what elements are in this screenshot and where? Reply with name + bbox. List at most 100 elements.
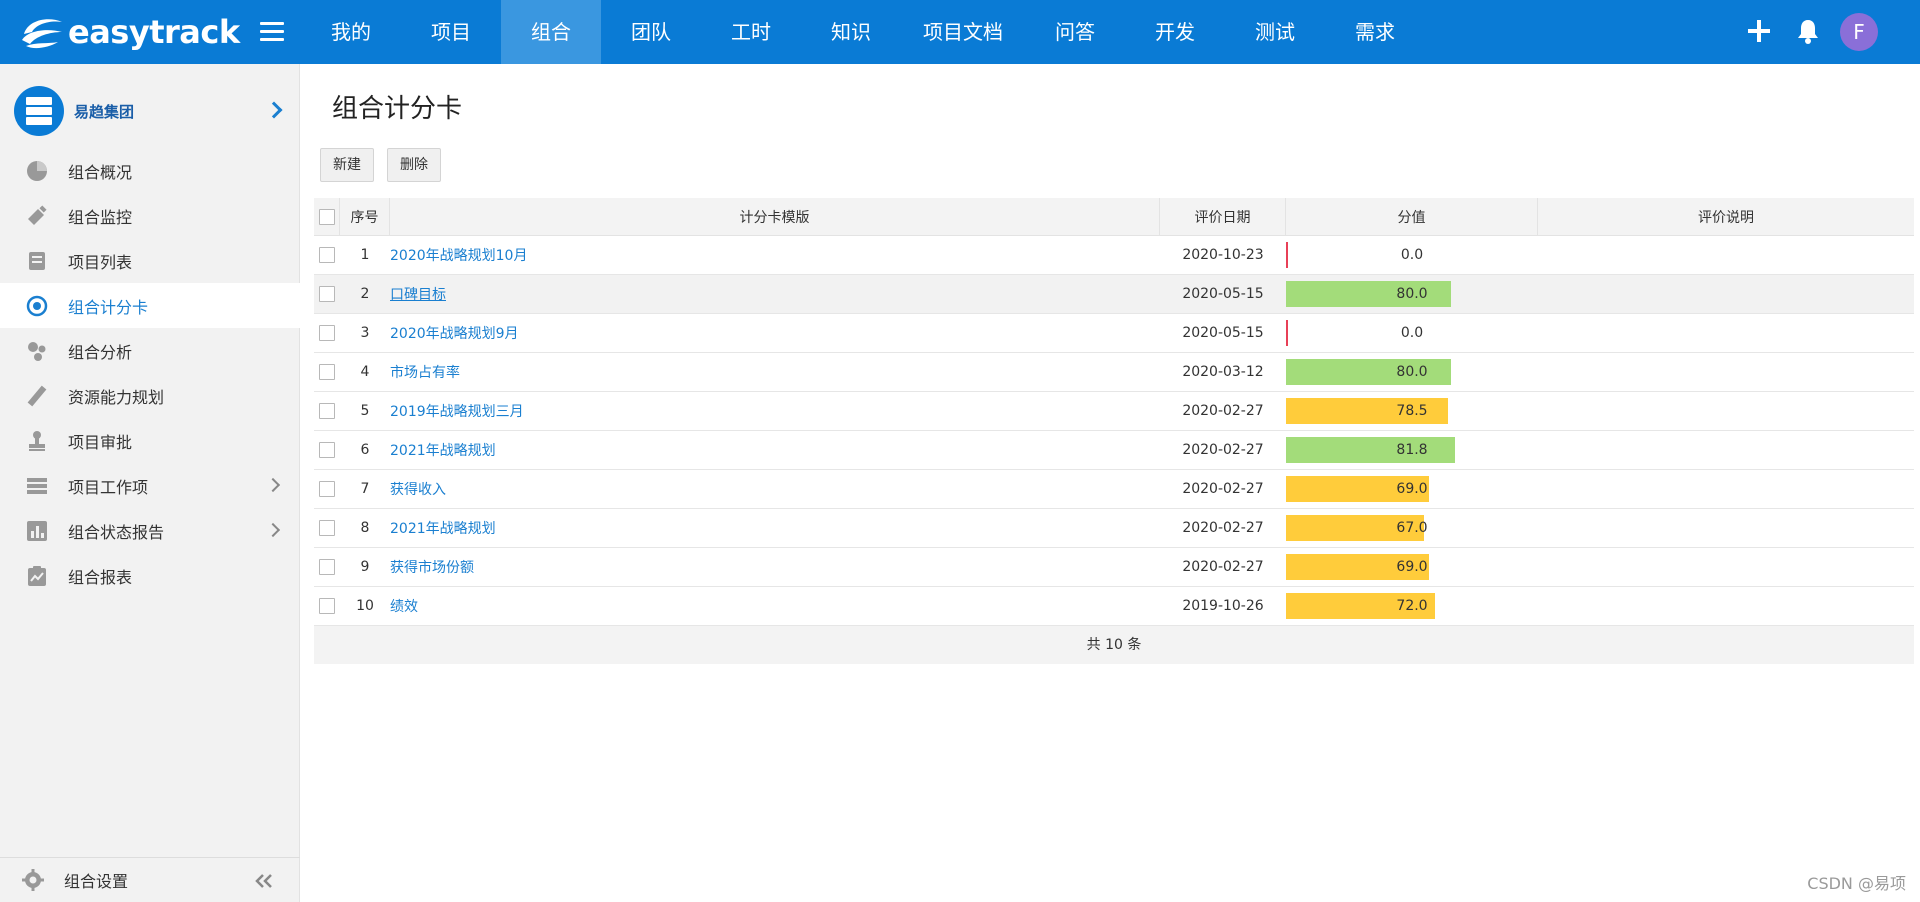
row-checkbox[interactable] [319,598,335,614]
table-footer-count: 共 10 条 [314,626,1914,664]
nav-item-requirements[interactable]: 需求 [1325,0,1425,64]
org-name: 易趋集团 [74,102,135,121]
nav-item-team[interactable]: 团队 [601,0,701,64]
nav-item-dev[interactable]: 开发 [1125,0,1225,64]
sidebar-item-capacity-planning[interactable]: 资源能力规划 [0,373,300,418]
new-button[interactable]: 新建 [320,148,374,182]
row-checkbox[interactable] [319,442,335,458]
table-row[interactable]: 8 2021年战略规划 2020-02-27 67.0 [314,509,1914,548]
row-checkbox[interactable] [319,286,335,302]
row-check-cell [314,587,340,625]
row-checkbox[interactable] [319,247,335,263]
top-navigation-bar: easytrack 我的 项目 组合 团队 工时 知识 项目文档 问答 开发 测… [0,0,1920,64]
delete-button[interactable]: 删除 [387,148,441,182]
row-index: 6 [360,442,370,458]
table-row[interactable]: 7 获得收入 2020-02-27 69.0 [314,470,1914,509]
row-name-cell: 2020年战略规划10月 [390,236,1160,274]
row-checkbox[interactable] [319,559,335,575]
sidebar-item-analysis[interactable]: 组合分析 [0,328,300,373]
row-date: 2020-02-27 [1182,481,1264,497]
app-logo[interactable]: easytrack [18,12,240,52]
portfolio-settings[interactable]: 组合设置 [0,857,300,902]
avatar[interactable]: F [1840,13,1878,51]
row-checkbox[interactable] [319,364,335,380]
scorecard-link[interactable]: 口碑目标 [390,284,446,304]
row-score-cell: 69.0 [1286,470,1538,508]
row-score-cell: 72.0 [1286,587,1538,625]
row-score-cell: 80.0 [1286,353,1538,391]
row-score-cell: 80.0 [1286,275,1538,313]
nav-item-knowledge[interactable]: 知识 [801,0,901,64]
row-date: 2020-02-27 [1182,559,1264,575]
sidebar-menu: 组合概况 组合监控 项目列表 组合计分卡 组合分析 资源能力规划 项目审批 项目… [0,148,300,598]
scorecard-link[interactable]: 2020年战略规划9月 [390,323,519,343]
table-row[interactable]: 5 2019年战略规划三月 2020-02-27 78.5 [314,392,1914,431]
sidebar-item-overview[interactable]: 组合概况 [0,148,300,193]
sidebar-item-work-items[interactable]: 项目工作项 [0,463,300,508]
scorecard-link[interactable]: 2021年战略规划 [390,440,496,460]
target-icon [26,295,48,316]
row-index: 9 [360,559,370,575]
nav-item-project-docs[interactable]: 项目文档 [901,0,1025,64]
score-value: 69.0 [1396,481,1428,497]
scorecard-link[interactable]: 获得市场份额 [390,557,474,577]
nav-item-mine[interactable]: 我的 [301,0,401,64]
chevron-right-icon [265,477,281,493]
scorecard-link[interactable]: 绩效 [390,596,418,616]
row-date: 2020-03-12 [1182,364,1264,380]
row-note [1538,236,1914,274]
ruler-icon [27,385,47,406]
score-value: 72.0 [1396,598,1428,614]
list-icon [27,477,47,494]
nav-item-portfolio[interactable]: 组合 [501,0,601,64]
nav-item-projects[interactable]: 项目 [401,0,501,64]
table-row[interactable]: 4 市场占有率 2020-03-12 80.0 [314,353,1914,392]
row-checkbox[interactable] [319,325,335,341]
sidebar-item-status-report[interactable]: 组合状态报告 [0,508,300,553]
sidebar-item-label: 组合计分卡 [68,297,149,317]
row-checkbox[interactable] [319,520,335,536]
table-row[interactable]: 3 2020年战略规划9月 2020-05-15 0.0 [314,314,1914,353]
org-logo-icon [14,86,64,136]
nav-item-test[interactable]: 测试 [1225,0,1325,64]
sidebar-item-label: 项目列表 [68,252,133,272]
header-note: 评价说明 [1698,209,1754,226]
header-score: 分值 [1286,198,1538,235]
row-check-cell [314,314,340,352]
bell-icon[interactable] [1795,17,1821,45]
double-chevron-left-icon[interactable] [254,873,274,889]
table-row[interactable]: 1 2020年战略规划10月 2020-10-23 0.0 [314,236,1914,275]
org-switcher[interactable]: 易趋集团 [14,86,294,136]
menu-toggle-icon[interactable] [260,22,284,42]
nav-item-timesheet[interactable]: 工时 [701,0,801,64]
sidebar-item-project-list[interactable]: 项目列表 [0,238,300,283]
scorecard-link[interactable]: 获得收入 [390,479,446,499]
table-row[interactable]: 10 绩效 2019-10-26 72.0 [314,587,1914,626]
chevron-right-icon [265,101,283,119]
row-name-cell: 获得市场份额 [390,548,1160,586]
scorecard-link[interactable]: 2021年战略规划 [390,518,496,538]
scorecard-link[interactable]: 市场占有率 [390,362,460,382]
table-row[interactable]: 9 获得市场份额 2020-02-27 69.0 [314,548,1914,587]
row-index: 1 [360,247,370,263]
header-index: 序号 [340,198,390,235]
score-value: 78.5 [1396,403,1428,419]
bubbles-icon [28,341,46,361]
sidebar-item-scorecard[interactable]: 组合计分卡 [0,283,300,328]
inbox-list-icon [29,251,45,270]
scorecard-link[interactable]: 2019年战略规划三月 [390,401,524,421]
sidebar-item-approval[interactable]: 项目审批 [0,418,300,463]
scorecard-link[interactable]: 2020年战略规划10月 [390,245,527,265]
table-row[interactable]: 6 2021年战略规划 2020-02-27 81.8 [314,431,1914,470]
select-all-checkbox[interactable] [318,208,335,225]
nav-item-qa[interactable]: 问答 [1025,0,1125,64]
row-checkbox[interactable] [319,403,335,419]
plus-icon[interactable] [1746,18,1772,44]
score-value: 69.0 [1396,559,1428,575]
row-checkbox[interactable] [319,481,335,497]
page-title: 组合计分卡 [332,94,463,124]
sidebar-item-monitor[interactable]: 组合监控 [0,193,300,238]
scorecard-table: 序号 计分卡模版 评价日期 分值 评价说明 1 2020年战略规划10月 2020-… [314,198,1914,664]
table-row[interactable]: 2 口碑目标 2020-05-15 80.0 [314,275,1914,314]
sidebar-item-reports[interactable]: 组合报表 [0,553,300,598]
